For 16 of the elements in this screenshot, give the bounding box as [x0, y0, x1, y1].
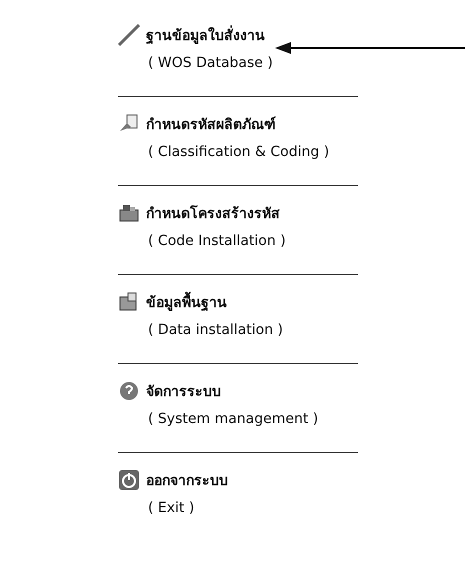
menu-item-title[interactable]: จัดการระบบ [146, 380, 221, 402]
menu-item-subtitle: ( Code Installation ) [148, 233, 287, 249]
power-icon [118, 469, 140, 491]
menu-item-subtitle: ( WOS Database ) [148, 55, 274, 71]
menu-item-subtitle: ( Classification & Coding ) [148, 144, 330, 160]
menu-item-title[interactable]: กำหนดรหัสผลิตภัณฑ์ [146, 113, 276, 135]
menu-item-subtitle: ( Exit ) [148, 500, 196, 516]
menu-item-subtitle: ( Data installation ) [148, 322, 284, 338]
pen-icon [118, 24, 140, 46]
menu-item-title[interactable]: ข้อมูลพื้นฐาน [146, 291, 227, 313]
toolbox-icon [118, 202, 140, 224]
menu-item-title[interactable]: ฐานข้อมูลใบสั่งงาน [146, 24, 265, 46]
menu-item-title[interactable]: กำหนดโครงสร้างรหัส [146, 202, 280, 224]
menu-item-subtitle: ( System management ) [148, 411, 320, 427]
help-icon [118, 380, 140, 402]
menu-item-title[interactable]: ออกจากระบบ [146, 469, 228, 491]
